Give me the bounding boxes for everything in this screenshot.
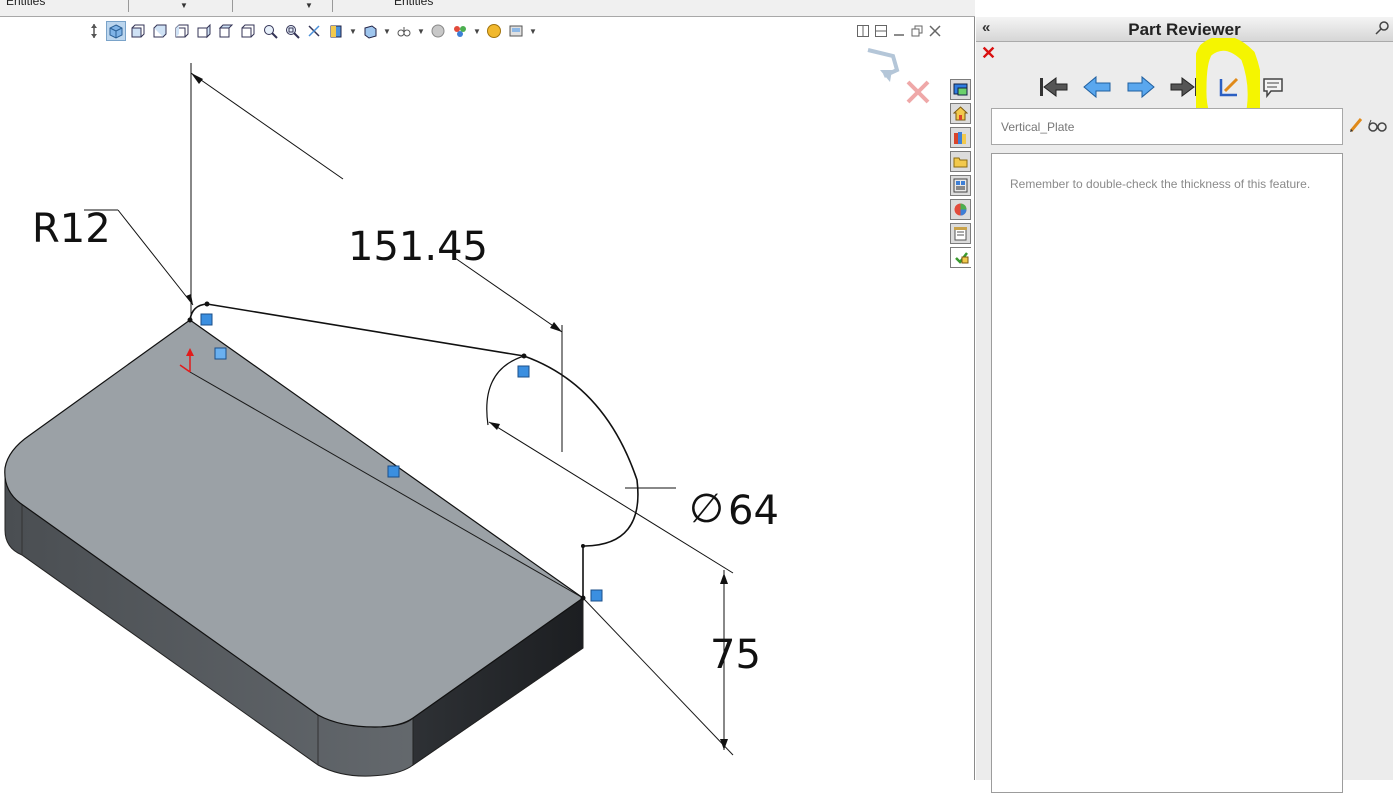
display-style-icon[interactable] [360, 21, 380, 41]
bottom-view-icon[interactable] [238, 21, 258, 41]
viewport-split-icon[interactable] [874, 24, 888, 37]
file-explorer-icon[interactable] [950, 151, 971, 172]
dropdown-arrow-icon[interactable]: ▼ [348, 21, 358, 41]
horizontal-relation-icon[interactable] [387, 465, 400, 478]
tangent-relation-icon[interactable] [200, 313, 213, 326]
close-panel-icon[interactable]: ✕ [981, 44, 996, 62]
next-icon[interactable] [1124, 72, 1158, 102]
dimension-height[interactable]: 75 [710, 632, 761, 678]
task-pane-tabs [947, 17, 975, 780]
top-view-icon[interactable] [216, 21, 236, 41]
left-view-icon[interactable] [172, 21, 192, 41]
custom-properties-icon[interactable] [950, 223, 971, 244]
view-orientation-icon[interactable] [84, 21, 104, 41]
coincident-relation-icon[interactable] [214, 347, 227, 360]
model-canvas[interactable]: R12 151.45 ∅ 64 75 [0, 0, 947, 780]
feature-manager-icon[interactable] [950, 79, 971, 100]
back-view-icon[interactable] [150, 21, 170, 41]
feature-name-field[interactable]: Vertical_Plate [991, 108, 1343, 145]
hide-show-icon[interactable] [394, 21, 414, 41]
zoom-to-fit-icon[interactable] [260, 21, 280, 41]
dimension-radius[interactable]: R12 [32, 206, 111, 252]
close-window-icon[interactable] [928, 24, 942, 37]
add-comment-icon[interactable] [1256, 72, 1290, 102]
section-view-icon[interactable] [326, 21, 346, 41]
window-controls [856, 24, 942, 37]
part-reviewer-icon[interactable] [950, 247, 971, 268]
dropdown-arrow-icon[interactable]: ▼ [472, 21, 482, 41]
previous-icon[interactable] [1080, 72, 1114, 102]
diameter-symbol: ∅ [689, 486, 724, 532]
design-library-icon[interactable] [950, 127, 971, 148]
view-palette-icon[interactable] [950, 175, 971, 196]
dimension-diameter[interactable]: 64 [728, 488, 779, 534]
viewport-split-icon[interactable] [856, 24, 870, 37]
panel-title: Part Reviewer [1128, 20, 1241, 39]
comment-text-area[interactable]: Remember to double-check the thickness o… [991, 153, 1343, 793]
right-view-icon[interactable] [194, 21, 214, 41]
glasses-icon[interactable] [1367, 117, 1387, 138]
zoom-to-area-icon[interactable] [282, 21, 302, 41]
panel-header: « Part Reviewer [976, 17, 1393, 42]
first-icon[interactable] [1036, 72, 1070, 102]
tangent-relation-icon[interactable] [517, 365, 530, 378]
pin-icon[interactable] [1374, 20, 1390, 41]
dimension-length[interactable]: 151.45 [348, 224, 488, 270]
confirmation-corner[interactable] [867, 48, 930, 104]
restore-icon[interactable] [910, 24, 924, 37]
pencil-icon[interactable] [1349, 117, 1363, 138]
minimize-icon[interactable] [892, 24, 906, 37]
apply-scene-icon[interactable] [450, 21, 470, 41]
feature-field-actions [1349, 117, 1387, 138]
view-settings-icon[interactable] [506, 21, 526, 41]
rotate-view-icon[interactable] [304, 21, 324, 41]
isometric-view-icon[interactable] [106, 21, 126, 41]
dropdown-arrow-icon[interactable]: ▼ [382, 21, 392, 41]
edit-appearance-icon[interactable] [428, 21, 448, 41]
home-icon[interactable] [950, 103, 971, 124]
front-view-icon[interactable] [128, 21, 148, 41]
dropdown-arrow-icon[interactable]: ▼ [416, 21, 426, 41]
view-toolbar: ▼ ▼ ▼ ▼ ▼ [84, 21, 538, 41]
appearances-icon[interactable] [950, 199, 971, 220]
vertical-relation-icon[interactable] [590, 589, 603, 602]
scene-icon[interactable] [484, 21, 504, 41]
dropdown-arrow-icon[interactable]: ▼ [528, 21, 538, 41]
